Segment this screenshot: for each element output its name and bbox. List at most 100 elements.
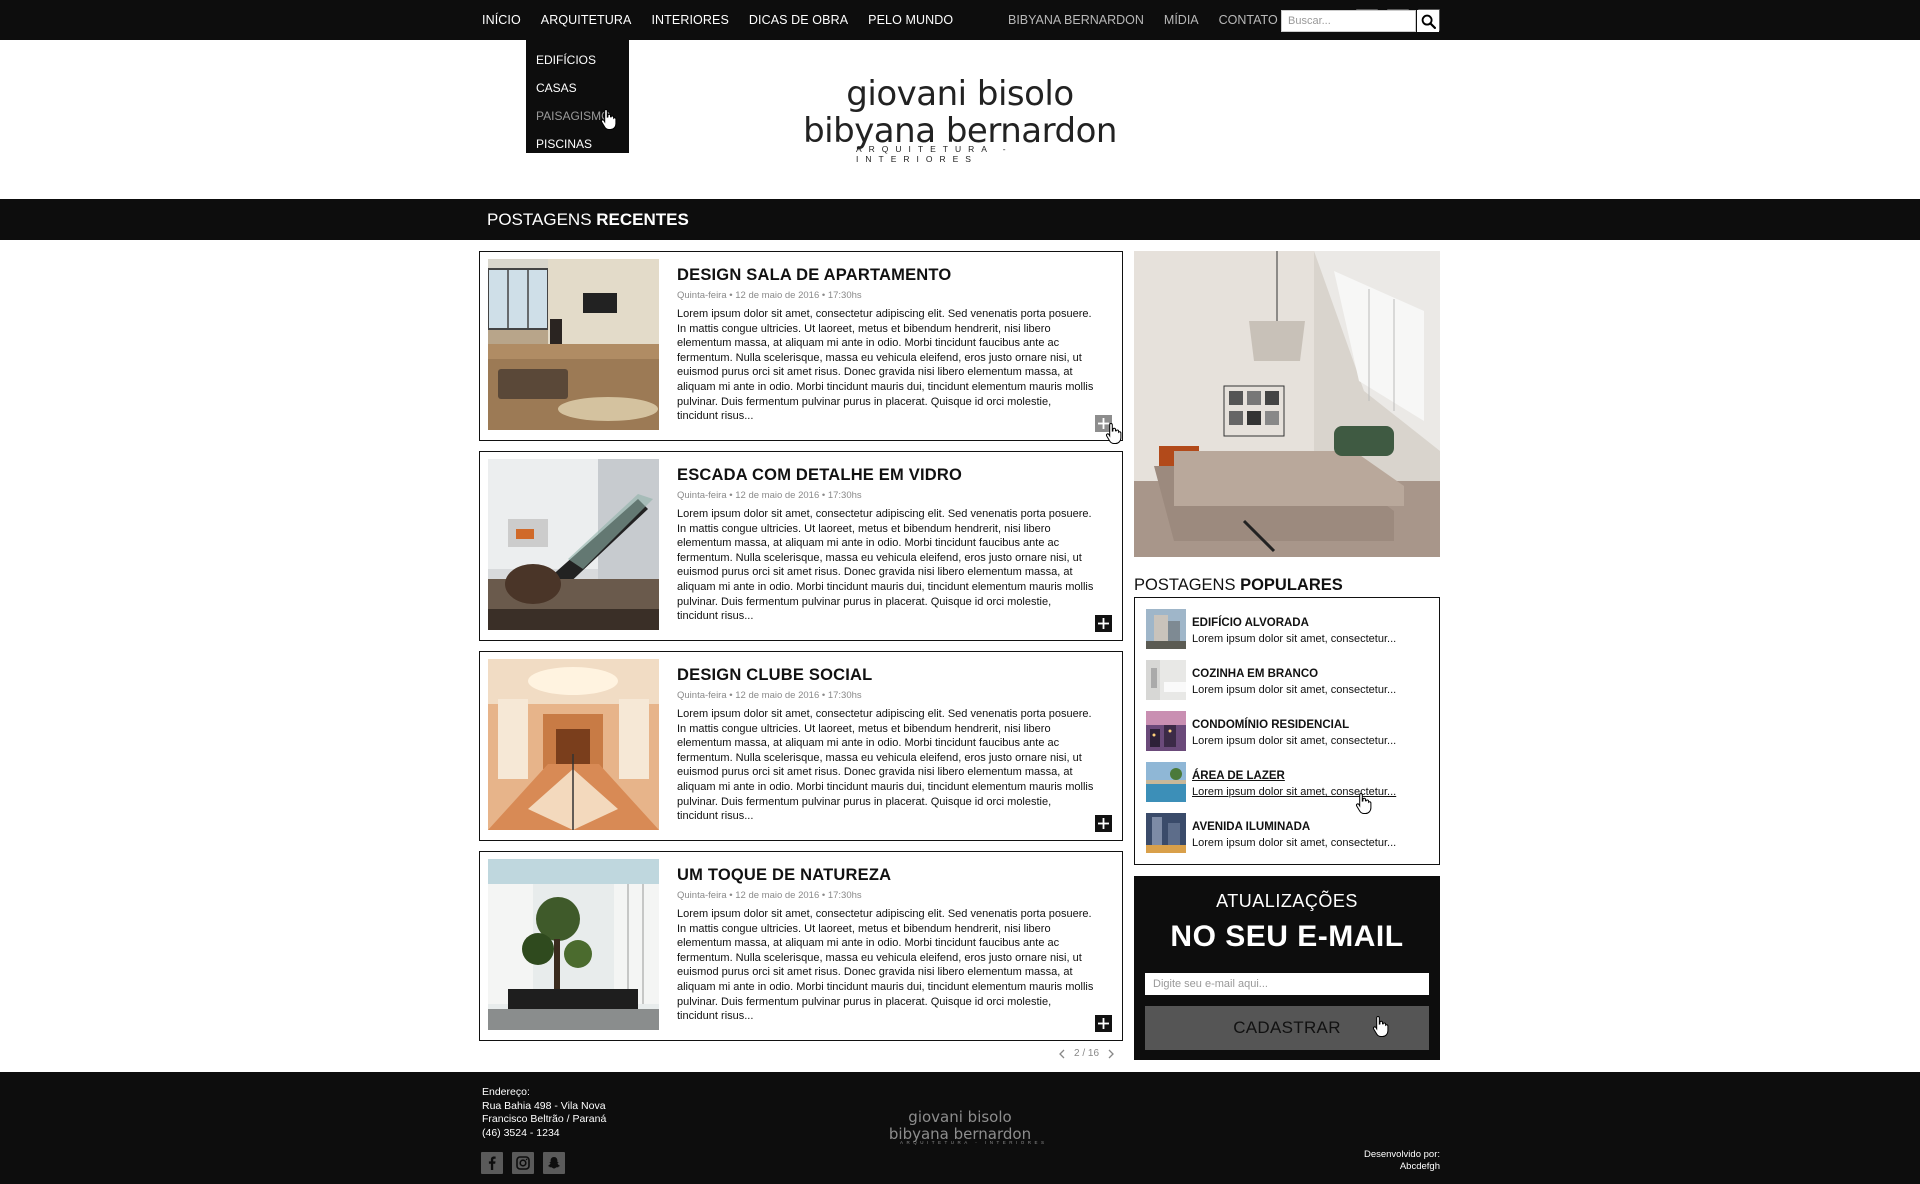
credit-name[interactable]: Abcdefgh [1364,1161,1440,1173]
post-title[interactable]: DESIGN CLUBE SOCIAL [677,666,872,685]
post-title[interactable]: DESIGN SALA DE APARTAMENTO [677,266,951,285]
nav-item-interiores[interactable]: INTERIORES [651,0,728,40]
footer-address: Endereço: Rua Bahia 498 - Vila Nova Fran… [482,1086,606,1140]
post-excerpt: Lorem ipsum dolor sit amet, consectetur … [677,908,1094,1023]
read-more-button[interactable] [1095,615,1112,632]
popular-thumbnail [1146,660,1186,700]
post-card: DESIGN SALA DE APARTAMENTO Quinta-feira … [479,251,1123,441]
popular-title-light: POSTAGENS [1134,576,1241,594]
newsletter-email-input[interactable] [1145,973,1429,995]
popular-item-desc: Lorem ipsum dolor sit amet, consectetur.… [1192,735,1397,747]
newsletter-subheading: NO SEU E-MAIL [1170,920,1404,953]
read-more-button[interactable] [1095,815,1112,832]
post-thumbnail[interactable] [488,859,659,1030]
popular-item-edificio-alvorada[interactable]: EDIFÍCIO ALVORADA Lorem ipsum dolor sit … [1146,609,1432,651]
post-card: DESIGN CLUBE SOCIAL Quinta-feira • 12 de… [479,651,1123,841]
newsletter-heading: ATUALIZAÇÕES [1216,891,1358,911]
nav-item-midia[interactable]: MÍDIA [1164,13,1199,27]
search-icon [1421,14,1436,29]
popular-item-area-de-lazer[interactable]: ÁREA DE LAZER Lorem ipsum dolor sit amet… [1146,762,1432,804]
plus-icon [1098,1018,1109,1029]
glass-staircase-image [488,459,659,630]
facebook-icon[interactable] [481,1152,503,1174]
popular-thumbnail [1146,762,1186,802]
social-club-image [488,659,659,830]
logo-line-1: giovani bisolo [846,74,1074,114]
dropdown-item-casas[interactable]: CASAS [526,75,629,103]
section-title-bold: RECENTES [596,210,689,229]
site-footer: Endereço: Rua Bahia 498 - Vila Nova Fran… [0,1072,1920,1184]
snapchat-icon[interactable] [543,1152,565,1174]
post-thumbnail[interactable] [488,259,659,430]
popular-posts-title: POSTAGENS POPULARES [1134,576,1343,595]
nav-item-inicio[interactable]: INÍCIO [482,0,521,40]
popular-thumbnail [1146,609,1186,649]
section-title: POSTAGENS RECENTES [487,210,689,230]
popular-item-desc: Lorem ipsum dolor sit amet, consectetur.… [1192,684,1397,696]
popular-item-title: AVENIDA ILUMINADA [1192,821,1311,833]
credit-label: Desenvolvido por: [1363,1149,1440,1160]
popular-item-desc: Lorem ipsum dolor sit amet, consectetur.… [1192,633,1397,645]
post-excerpt: Lorem ipsum dolor sit amet, consectetur … [677,308,1094,423]
popular-thumbnail [1146,711,1186,751]
address-line-1: Rua Bahia 498 - Vila Nova [482,1099,606,1112]
popular-item-title: ÁREA DE LAZER [1192,770,1285,782]
post-thumbnail[interactable] [488,459,659,630]
address-line-2: Francisco Beltrão / Paraná [482,1113,607,1125]
search-field [1281,10,1416,32]
newsletter-box: ATUALIZAÇÕES NO SEU E-MAIL CADASTRAR [1134,876,1440,1060]
site-logo[interactable]: giovani bisolo bibyana bernardon ARQUITE… [800,74,1120,164]
featured-living-room-image [1134,251,1440,557]
page-indicator: 2 / 16 [1074,1048,1100,1059]
chevron-right-icon[interactable] [1107,1049,1115,1059]
secondary-nav: BIBYANA BERNARDON MÍDIA CONTATO [1008,0,1298,40]
popular-item-avenida-iluminada[interactable]: AVENIDA ILUMINADA Lorem ipsum dolor sit … [1146,813,1432,855]
dropdown-item-piscinas[interactable]: PISCINAS [526,131,629,159]
footer-logo[interactable]: giovani bisolo bibyana bernardon ARQUITE… [850,1108,1070,1145]
search-button[interactable] [1417,10,1439,32]
footer-logo-line-1: giovani bisolo [908,1108,1012,1126]
popular-posts-list: EDIFÍCIO ALVORADA Lorem ipsum dolor sit … [1134,597,1440,865]
post-excerpt: Lorem ipsum dolor sit amet, consectetur … [677,508,1094,623]
instagram-icon[interactable] [512,1152,534,1174]
main-nav: INÍCIO ARQUITETURA INTERIORES DICAS DE O… [482,0,973,40]
nav-item-bibyana-bernardon[interactable]: BIBYANA BERNARDON [1008,13,1144,27]
post-card: UM TOQUE DE NATUREZA Quinta-feira • 12 d… [479,851,1123,1041]
post-date: Quinta-feira • 12 de maio de 2016 • 17:3… [677,890,862,901]
popular-item-cozinha-em-branco[interactable]: COZINHA EM BRANCO Lorem ipsum dolor sit … [1146,660,1432,702]
address-label: Endereço: [482,1086,530,1098]
top-navbar: INÍCIO ARQUITETURA INTERIORES DICAS DE O… [0,0,1920,40]
post-title[interactable]: ESCADA COM DETALHE EM VIDRO [677,466,962,485]
living-room-image [488,259,659,430]
logo-line-2: bibyana bernardon [803,111,1117,151]
post-excerpt: Lorem ipsum dolor sit amet, consectetur … [677,708,1094,823]
hand-cursor-icon [1105,422,1122,444]
hand-cursor-icon [1355,792,1372,814]
pagination: 2 / 16 [1058,1048,1115,1059]
plus-icon [1098,618,1109,629]
featured-image[interactable] [1134,251,1440,557]
nav-item-contato[interactable]: CONTATO [1219,13,1278,27]
popular-thumbnail [1146,813,1186,853]
section-title-light: POSTAGENS [487,210,597,229]
read-more-button[interactable] [1095,1015,1112,1032]
post-title[interactable]: UM TOQUE DE NATUREZA [677,866,891,885]
nav-item-arquitetura[interactable]: ARQUITETURA [541,0,632,40]
chevron-left-icon[interactable] [1058,1049,1066,1059]
search-input[interactable] [1282,11,1415,31]
developer-credit: Desenvolvido por: Abcdefgh [1364,1149,1440,1173]
post-date: Quinta-feira • 12 de maio de 2016 • 17:3… [677,690,862,701]
nav-item-pelo-mundo[interactable]: PELO MUNDO [868,0,953,40]
popular-title-bold: POPULARES [1240,576,1343,594]
plus-icon [1098,818,1109,829]
footer-logo-tagline: ARQUITETURA - INTERIORES [900,1140,1048,1145]
nav-item-dicas-de-obra[interactable]: DICAS DE OBRA [749,0,848,40]
post-date: Quinta-feira • 12 de maio de 2016 • 17:3… [677,290,862,301]
popular-item-condominio-residencial[interactable]: CONDOMÍNIO RESIDENCIAL Lorem ipsum dolor… [1146,711,1432,753]
recent-posts-bar: POSTAGENS RECENTES [0,199,1920,240]
post-thumbnail[interactable] [488,659,659,830]
hand-cursor-icon [600,108,617,130]
post-card: ESCADA COM DETALHE EM VIDRO Quinta-feira… [479,451,1123,641]
dropdown-item-edificios[interactable]: EDIFÍCIOS [526,47,629,75]
popular-item-title: CONDOMÍNIO RESIDENCIAL [1192,719,1350,731]
